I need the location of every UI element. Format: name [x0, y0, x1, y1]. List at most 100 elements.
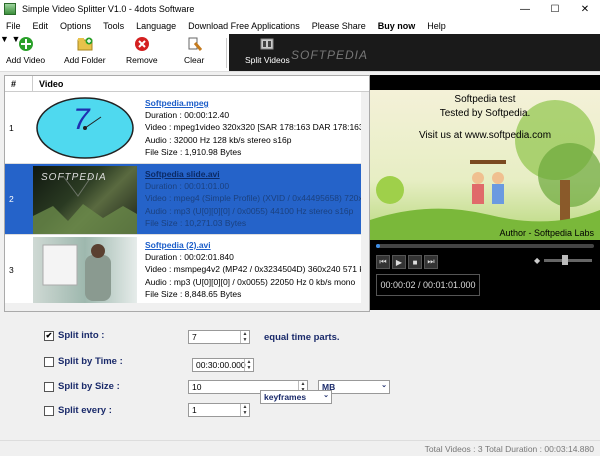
volume-slider[interactable]: ◆ [534, 255, 594, 265]
table-row[interactable]: 3 Softpedia (2).avi Duration : 00:02:01.… [5, 235, 369, 306]
list-vertical-scrollbar[interactable] [361, 92, 369, 311]
split-into-stepper[interactable]: 7 ▲ ▼ [188, 330, 250, 344]
close-button[interactable]: ✕ [570, 0, 600, 18]
add-folder-label: Add Folder [64, 55, 106, 65]
audio-stream: Audio : 32000 Hz 128 kb/s stereo s16p [145, 134, 292, 145]
split-by-time-option[interactable]: Split by Time : [44, 356, 123, 367]
volume-icon: ◆ [534, 256, 541, 265]
clear-icon [186, 36, 203, 52]
seek-progress [376, 244, 381, 248]
split-every-checkbox[interactable] [44, 405, 54, 416]
menu-options[interactable]: Options [54, 21, 97, 31]
file-size: File Size : 8,848.65 Bytes [145, 288, 242, 299]
menu-edit[interactable]: Edit [27, 21, 55, 31]
list-header: # Video [5, 76, 369, 92]
video-info: Softpedia.mpeg Duration : 00:00:12.40 Vi… [137, 93, 369, 163]
stop-icon[interactable]: ■ [408, 255, 422, 269]
split-into-label: Split into : [58, 330, 105, 341]
split-options: ✔ Split into : 7 ▲ ▼ equal time parts. Sp… [0, 318, 600, 438]
remove-label: Remove [126, 55, 158, 65]
preview-text-tested: Tested by Softpedia. [439, 108, 531, 119]
menu-share[interactable]: Please Share [306, 21, 372, 31]
split-by-size-label: Split by Size : [58, 381, 120, 392]
split-into-option[interactable]: ✔ Split into : [44, 330, 104, 341]
col-num-header[interactable]: # [5, 76, 33, 91]
menu-download[interactable]: Download Free Applications [182, 21, 306, 31]
status-text: Total Videos : 3 Total Duration : 00:03:… [424, 443, 594, 454]
video-info: Softpedia slide.avi Duration : 00:01:01.… [137, 164, 369, 234]
col-video-header[interactable]: Video [33, 76, 63, 91]
split-into-value: 7 [192, 332, 197, 342]
split-videos-button[interactable]: Split Videos [245, 36, 290, 70]
maximize-button[interactable]: ☐ [540, 0, 570, 18]
menu-language[interactable]: Language [130, 21, 182, 31]
minimize-button[interactable]: — [510, 0, 540, 18]
menu-buy-now[interactable]: Buy now [372, 21, 422, 31]
title-bar: Simple Video Splitter V1.0 - 4dots Softw… [0, 0, 600, 18]
clear-button[interactable]: Clear [184, 36, 204, 70]
thumbnail-watermark: SOFTPEDIA [41, 172, 107, 183]
table-row[interactable]: 1 7 Softpedia.mpeg Duration : 00:00:12.4… [5, 93, 369, 164]
menu-help[interactable]: Help [421, 21, 452, 31]
video-filename[interactable]: Softpedia.mpeg [145, 97, 369, 109]
time-display: 00:00:02 / 00:01:01.000 [376, 274, 480, 296]
video-stream: Video : mpeg4 (Simple Profile) (XVID / 0… [145, 193, 369, 204]
split-by-time-label: Split by Time : [58, 356, 123, 367]
table-row[interactable]: 2 SOFTPEDIA Softpedia slide.avi Duration… [5, 164, 369, 235]
list-horizontal-scrollbar[interactable] [5, 303, 369, 311]
split-into-checkbox[interactable]: ✔ [44, 330, 54, 341]
row-number: 1 [9, 123, 14, 133]
preview-text-visit: Visit us at www.softpedia.com [418, 130, 552, 141]
menu-tools[interactable]: Tools [97, 21, 130, 31]
toolbar-divider [226, 38, 227, 68]
stepper-arrows-icon[interactable]: ▲▼ [244, 359, 253, 371]
add-video-icon [18, 36, 34, 52]
video-list[interactable]: # Video 1 7 Softpedia.mpeg Duration : 00… [4, 75, 370, 312]
preview-text-title: Softpedia test [454, 94, 516, 105]
stepper-arrows-icon[interactable]: ▲▼ [240, 331, 249, 343]
split-videos-icon [259, 36, 275, 52]
volume-knob[interactable] [562, 255, 568, 265]
remove-icon [134, 36, 150, 52]
row-number: 2 [9, 194, 14, 204]
split-every-label: Split every : [58, 405, 112, 416]
split-by-time-stepper[interactable]: 00:30:00.000 ▲ ▼ [192, 358, 254, 372]
add-video-label: Add Video [6, 55, 46, 65]
audio-stream: Audio : mp3 (U[0][0][0] / 0x0055) 22050 … [145, 276, 356, 287]
app-icon [4, 3, 16, 15]
audio-stream: Audio : mp3 (U[0][0][0] / 0x0055) 44100 … [145, 205, 354, 216]
video-preview[interactable]: Softpedia test Tested by Softpedia. Visi… [370, 90, 600, 240]
play-icon[interactable]: ▶ [392, 255, 406, 269]
menu-file[interactable]: File [0, 21, 27, 31]
clear-label: Clear [184, 55, 205, 65]
split-every-option[interactable]: Split every : [44, 405, 112, 416]
status-bar: Total Videos : 3 Total Duration : 00:03:… [0, 440, 600, 456]
preview-text-author: Author - Softpedia Labs [499, 228, 594, 238]
split-by-time-checkbox[interactable] [44, 356, 54, 367]
video-thumbnail [33, 237, 137, 305]
split-by-size-value: 10 [192, 382, 202, 392]
video-filename[interactable]: Softpedia (2).avi [145, 239, 369, 251]
stepper-arrows-icon[interactable]: ▲▼ [240, 404, 249, 416]
remove-button[interactable]: Remove [126, 36, 158, 70]
split-every-stepper[interactable]: 1 ▲ ▼ [188, 403, 250, 417]
split-by-size-option[interactable]: Split by Size : [44, 381, 120, 392]
seek-bar[interactable] [376, 244, 594, 248]
file-size: File Size : 10,271.03 Bytes [145, 217, 247, 228]
split-into-suffix: equal time parts. [264, 332, 340, 343]
split-by-time-value: 00:30:00.000 [196, 360, 246, 370]
add-video-button[interactable]: Add Video [6, 36, 45, 70]
add-folder-button[interactable]: Add Folder [64, 36, 106, 70]
add-folder-icon [77, 36, 93, 52]
video-info: Softpedia (2).avi Duration : 00:02:01.84… [137, 235, 369, 305]
keyframes-select[interactable]: keyframes ⌄ [260, 390, 332, 404]
split-toolbar-area: Split Videos SOFTPEDIA [229, 34, 600, 71]
skip-forward-icon[interactable]: ⏭ [424, 255, 438, 269]
split-videos-label: Split Videos [245, 55, 290, 65]
video-duration: Duration : 00:00:12.40 [145, 110, 230, 121]
chevron-down-icon: ⌄ [323, 392, 329, 399]
skip-back-icon[interactable]: ⏮ [376, 255, 390, 269]
video-filename[interactable]: Softpedia slide.avi [145, 168, 369, 180]
split-by-size-checkbox[interactable] [44, 381, 54, 392]
split-every-value: 1 [192, 405, 197, 415]
